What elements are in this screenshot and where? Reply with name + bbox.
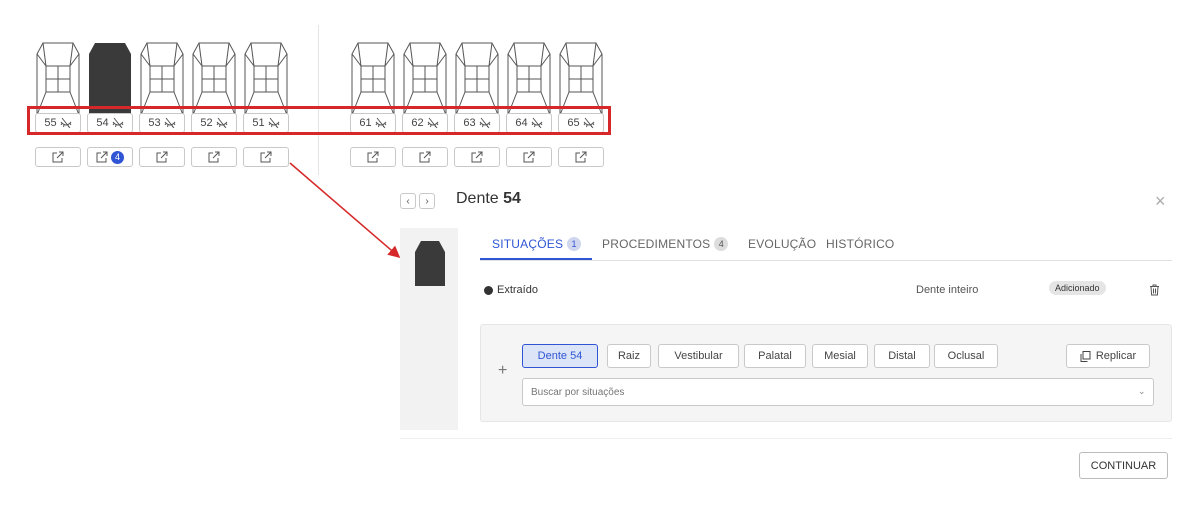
tab-label: EVOLUÇÃO <box>748 237 817 251</box>
tooth-edit-button-54[interactable]: 4 <box>87 147 133 167</box>
tooth-edit-button-65[interactable] <box>558 147 604 167</box>
tab-historico[interactable]: HISTÓRICO <box>826 237 894 251</box>
tooth-53[interactable] <box>140 42 184 116</box>
chip-oclusal[interactable]: Oclusal <box>934 344 998 368</box>
chevron-down-icon[interactable]: ⌄ <box>1138 386 1146 397</box>
tab-procedimentos[interactable]: PROCEDIMENTOS 4 <box>602 237 729 251</box>
tooth-edit-button-61[interactable] <box>350 147 396 167</box>
situation-row: Extraído Dente inteiro Adicionado <box>484 281 1164 298</box>
quadrant-divider <box>318 25 319 175</box>
tab-count: 1 <box>567 237 582 251</box>
tooth-51[interactable] <box>244 42 288 116</box>
close-icon[interactable]: × <box>1155 191 1166 212</box>
active-tab-indicator <box>480 258 592 260</box>
situation-editor <box>480 324 1172 422</box>
tooth-edit-button-62[interactable] <box>402 147 448 167</box>
tooth-edit-button-51[interactable] <box>243 147 289 167</box>
external-link-icon <box>367 151 379 163</box>
tooth-62[interactable] <box>403 42 447 116</box>
situation-dot-icon <box>484 286 493 295</box>
situation-search-input[interactable] <box>522 378 1154 406</box>
tab-situacoes[interactable]: SITUAÇÕES 1 <box>492 237 582 251</box>
external-link-icon <box>156 151 168 163</box>
status-badge: Adicionado <box>1049 281 1106 295</box>
external-link-icon <box>523 151 535 163</box>
chip-mesial[interactable]: Mesial <box>812 344 868 368</box>
external-link-icon <box>208 151 220 163</box>
external-link-icon <box>471 151 483 163</box>
tab-bar: SITUAÇÕES 1 PROCEDIMENTOS 4 EVOLUÇÃO HIS… <box>480 228 1172 261</box>
trash-icon[interactable] <box>1149 284 1160 296</box>
external-link-icon <box>52 151 64 163</box>
count-badge: 4 <box>111 150 124 164</box>
chip-vestibular[interactable]: Vestibular <box>658 344 739 368</box>
tab-evolucao[interactable]: EVOLUÇÃO <box>748 237 816 251</box>
copy-icon <box>1080 350 1091 362</box>
prev-tooth-button[interactable]: ‹ <box>400 193 416 209</box>
title-tooth-number: 54 <box>503 190 521 207</box>
tooth-64[interactable] <box>507 42 551 116</box>
next-tooth-button[interactable]: › <box>419 193 435 209</box>
tooth-52[interactable] <box>192 42 236 116</box>
continue-button[interactable]: CONTINUAR <box>1079 452 1168 479</box>
tab-label: PROCEDIMENTOS <box>602 237 711 251</box>
external-link-icon <box>419 151 431 163</box>
tooth-edit-button-64[interactable] <box>506 147 552 167</box>
highlight-box <box>27 106 611 135</box>
add-icon[interactable]: + <box>498 362 507 380</box>
tooth-61[interactable] <box>351 42 395 116</box>
situation-name: Extraído <box>497 284 538 296</box>
tooth-55[interactable] <box>36 42 80 116</box>
situation-scope: Dente inteiro <box>916 284 979 296</box>
tooth-65[interactable] <box>559 42 603 116</box>
tooth-63[interactable] <box>455 42 499 116</box>
replicate-button[interactable]: Replicar <box>1066 344 1150 368</box>
chip-palatal[interactable]: Palatal <box>744 344 806 368</box>
tab-label: SITUAÇÕES <box>492 237 564 251</box>
tooth-edit-button-63[interactable] <box>454 147 500 167</box>
footer-divider <box>400 438 1172 439</box>
tooth-edit-button-52[interactable] <box>191 147 237 167</box>
chip-raiz[interactable]: Raiz <box>607 344 651 368</box>
tooth-edit-button-55[interactable] <box>35 147 81 167</box>
tooth-54[interactable] <box>88 42 132 116</box>
chip-dente[interactable]: Dente 54 <box>522 344 598 368</box>
external-link-icon <box>575 151 587 163</box>
chip-distal[interactable]: Distal <box>874 344 930 368</box>
tab-count: 4 <box>714 237 729 251</box>
external-link-icon <box>96 151 108 163</box>
replicate-label: Replicar <box>1095 350 1137 362</box>
tooth-preview-icon <box>415 241 445 286</box>
title-prefix: Dente <box>456 190 504 207</box>
modal-title: Dente 54 <box>456 190 521 208</box>
tooth-edit-button-53[interactable] <box>139 147 185 167</box>
external-link-icon <box>260 151 272 163</box>
tab-label: HISTÓRICO <box>826 237 895 251</box>
